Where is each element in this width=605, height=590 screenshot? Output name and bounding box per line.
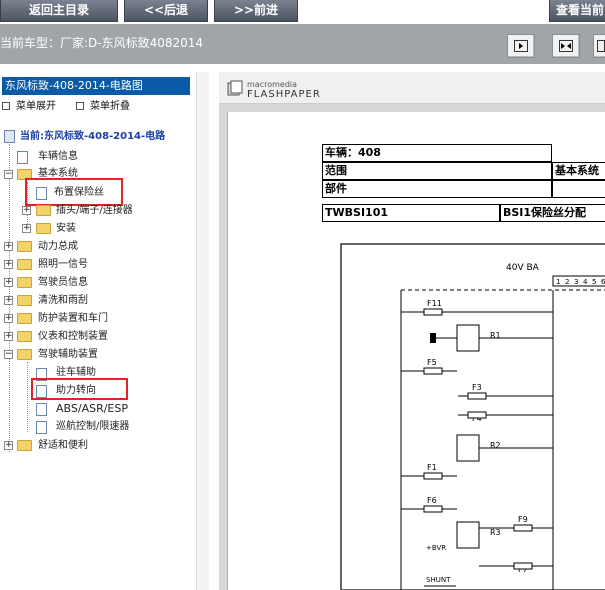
svg-text:2: 2 (565, 278, 569, 286)
split-arrows-icon (559, 40, 573, 52)
folder-open-icon (17, 349, 32, 360)
document-icon (36, 421, 47, 434)
tree-item-driving-assist[interactable]: 驾驶辅助装置 (38, 347, 98, 363)
document-icon (36, 403, 47, 416)
layout-split-button[interactable] (552, 34, 580, 58)
tree-item-comfort[interactable]: 舒适和便利 (38, 438, 88, 454)
expand-toggle-icon[interactable]: + (4, 278, 13, 287)
back-to-home-button[interactable]: 返回主目录 (0, 0, 118, 22)
label-bvr: +BVR (426, 544, 446, 552)
tree-item-wash-wipe[interactable]: 清洗和雨刮 (38, 293, 88, 309)
panel-icon (597, 40, 605, 52)
label-r1: R1 (490, 331, 501, 340)
code-desc-cell: BSI1保险丝分配 (500, 204, 605, 222)
label-f9: F9 (518, 515, 528, 524)
expand-toggle-icon[interactable]: + (4, 242, 13, 251)
tree-item-protection-doors[interactable]: 防护装置和车门 (38, 311, 108, 327)
layout-left-button[interactable] (507, 34, 535, 58)
expand-toggle-icon[interactable]: + (4, 332, 13, 341)
view-current-button[interactable]: 查看当前 (549, 0, 605, 22)
tree-title: 东风标致-408-2014-电路图 (2, 77, 190, 95)
label-shunt: SHUNT (426, 576, 451, 584)
scope-value-cell: 基本系统 (552, 162, 605, 180)
label-f5: F5 (427, 358, 437, 367)
folder-icon (17, 259, 32, 270)
label-r2: R2 (490, 441, 501, 450)
expand-toggle-icon[interactable]: + (4, 260, 13, 269)
tree-item-powertrain[interactable]: 动力总成 (38, 239, 78, 255)
expand-menu-button[interactable]: 菜单展开 (2, 97, 56, 112)
tree-item-vehicle-info[interactable]: 车辆信息 (38, 149, 78, 165)
expand-toggle-icon[interactable]: + (4, 296, 13, 305)
folder-icon (17, 295, 32, 306)
folder-icon (17, 277, 32, 288)
svg-text:6: 6 (601, 278, 605, 286)
document-viewer: macromedia FLASHPAPER 车辆：408 范围 基本系统 部件 … (219, 72, 605, 590)
label-r3: R3 (490, 528, 501, 537)
highlight-box (31, 378, 128, 400)
folder-icon (17, 313, 32, 324)
connector-pins: 1 2 3 4 5 6 (552, 275, 605, 287)
scope-cell: 范围 (322, 162, 552, 180)
document-page: 车辆：408 范围 基本系统 部件 TWBSI101 BSI1保险丝分配 40V… (227, 112, 605, 590)
expand-icon (2, 102, 10, 110)
label-f3: F3 (472, 383, 482, 392)
folder-icon (17, 440, 32, 451)
tree-root[interactable]: 当前:东风标致-408-2014-电路 (20, 129, 165, 145)
tree-guide-line (27, 362, 28, 432)
expand-toggle-icon[interactable]: + (4, 314, 13, 323)
part-cell: 部件 (322, 180, 552, 198)
label-f6: F6 (427, 496, 437, 505)
vehicle-cell: 车辆：408 (322, 144, 552, 162)
layout-right-button[interactable] (593, 34, 605, 58)
tree-panel: 东风标致-408-2014-电路图 菜单展开 菜单折叠 当前:东风标致-408-… (0, 72, 209, 590)
back-button[interactable]: <<后退 (124, 0, 208, 22)
top-navigation: 返回主目录 <<后退 >>前进 查看当前 (0, 0, 605, 24)
code-cell: TWBSI101 (322, 204, 500, 222)
tree-item-driver-info[interactable]: 驾驶员信息 (38, 275, 88, 291)
document-icon (17, 151, 28, 164)
collapse-icon (76, 102, 84, 110)
collapse-toggle-icon[interactable]: − (4, 170, 13, 179)
forward-button[interactable]: >>前进 (214, 0, 298, 22)
tree-item-abs[interactable]: ABS/ASR/ESP (56, 401, 128, 417)
logo-flashpaper: FLASHPAPER (247, 89, 321, 100)
highlight-box (25, 178, 123, 206)
expand-toggle-icon[interactable]: + (22, 224, 31, 233)
tree-item-installation[interactable]: 安装 (56, 221, 76, 237)
expand-toggle-icon[interactable]: + (4, 441, 13, 450)
tree-scrollbar[interactable] (196, 72, 209, 590)
expand-label: 菜单展开 (16, 101, 56, 112)
tree-item-lighting[interactable]: 照明一信号 (38, 257, 88, 273)
collapse-toggle-icon[interactable]: − (4, 350, 13, 359)
flashpaper-toolbar: macromedia FLASHPAPER (219, 72, 605, 104)
current-model-text: 当前车型：厂家:D-东风标致4082014 (0, 36, 204, 50)
tree-item-cruise-control[interactable]: 巡航控制/限速器 (56, 419, 129, 435)
flashpaper-logo-icon (227, 80, 243, 96)
logo-macromedia: macromedia (247, 80, 298, 89)
folder-icon (17, 331, 32, 342)
svg-text:3: 3 (574, 278, 578, 286)
tree-item-connectors[interactable]: 插头/端子/连接器 (56, 203, 133, 219)
collapse-menu-button[interactable]: 菜单折叠 (76, 97, 130, 112)
folder-icon (36, 205, 51, 216)
part-value-cell (552, 180, 605, 198)
svg-text:5: 5 (592, 278, 596, 286)
label-f11: F11 (427, 299, 442, 308)
wiring-diagram: 40V BA 1 2 3 4 5 6 F11 R1 F5 F3 R2 F1 F6… (340, 243, 605, 590)
diagram-top-label: 40V BA (506, 263, 540, 273)
folder-icon (17, 241, 32, 252)
svg-text:1: 1 (556, 278, 560, 286)
folder-icon (36, 223, 51, 234)
expand-toggle-icon[interactable]: + (22, 206, 31, 215)
label-f1: F1 (427, 463, 437, 472)
collapse-label: 菜单折叠 (90, 101, 130, 112)
arrow-right-icon (514, 40, 528, 52)
tree-item-instruments[interactable]: 仪表和控制装置 (38, 329, 108, 345)
computer-icon (4, 130, 15, 143)
svg-text:4: 4 (583, 278, 588, 286)
